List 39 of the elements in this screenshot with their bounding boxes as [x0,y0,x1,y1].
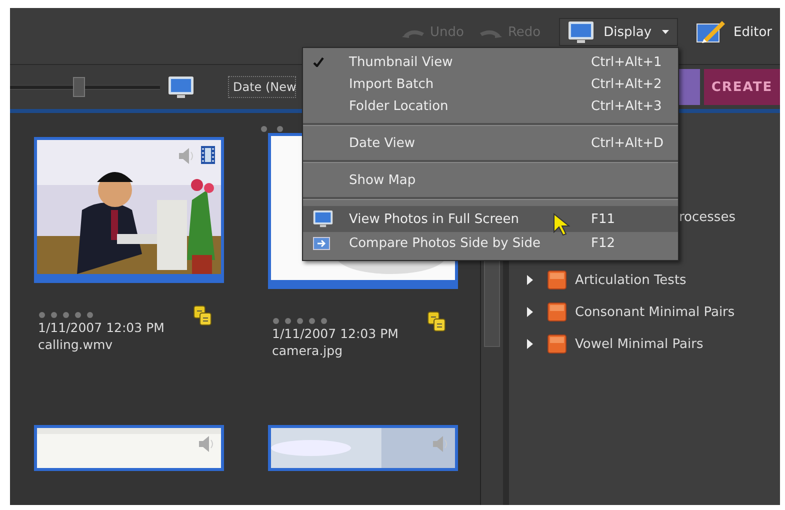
file-name: calling.wmv [38,336,114,353]
stack-icon [427,311,446,332]
album-label[interactable]: Vowel Minimal Pairs [575,336,704,352]
menu-item[interactable]: Import Batch Ctrl+Alt+2 [303,73,678,95]
file-name: camera.jpg [272,342,344,359]
expand-arrow-icon[interactable] [527,339,533,349]
menu-item[interactable]: Date View Ctrl+Alt+D [303,132,678,154]
monitor-icon[interactable] [168,76,194,98]
film-icon [201,146,215,164]
speaker-icon [431,434,449,454]
folder-icon [547,270,567,290]
album-label[interactable]: rocesses [679,210,736,224]
monitor-icon [313,210,333,228]
date-label: 1/11/2007 12:03 PM [38,319,164,336]
caret-icon [662,30,669,34]
folder-icon [547,302,567,322]
slider-thumb[interactable] [73,77,85,97]
menu-item[interactable]: Show Map [303,169,678,191]
folder-icon [547,334,567,354]
speaker-icon [177,146,195,166]
menu-item[interactable]: View Photos in Full Screen F11 [303,206,678,232]
cursor-icon [553,213,570,236]
menu-item[interactable]: Compare Photos Side by Side F12 [303,232,678,254]
expand-arrow-icon[interactable] [527,275,533,285]
album-label[interactable]: Consonant Minimal Pairs [575,304,735,320]
compare-icon [313,236,330,250]
display-button[interactable]: Display [558,18,678,46]
expand-arrow-icon[interactable] [527,307,533,317]
speaker-icon [197,434,215,454]
date-label: 1/11/2007 12:03 PM [272,325,398,342]
editor-button[interactable]: Editor [678,18,780,46]
pencil-icon [696,19,726,45]
menu-item[interactable]: Folder Location Ctrl+Alt+3 [303,95,678,117]
menu-item[interactable]: Thumbnail View Ctrl+Alt+1 [303,51,678,73]
album-label[interactable]: Articulation Tests [575,272,686,288]
sort-dropdown[interactable]: Date (New [228,76,296,98]
create-tab[interactable]: CREATE [704,69,780,105]
monitor-icon [568,20,594,44]
stack-icon [193,305,212,326]
